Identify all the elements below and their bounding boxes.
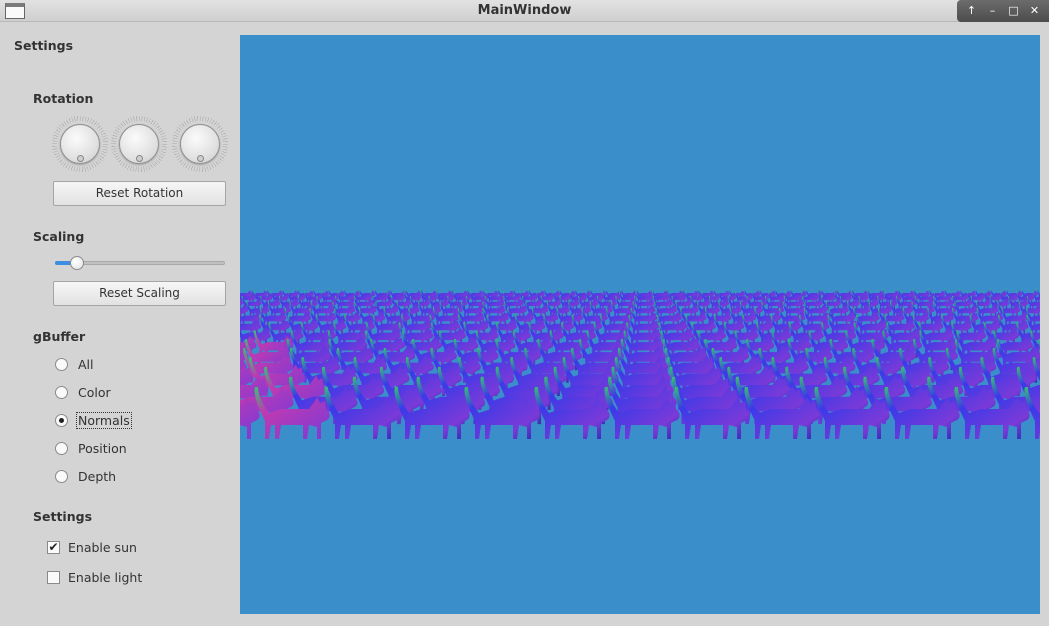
rotation-label: Rotation: [33, 91, 94, 106]
gbuffer-option-all[interactable]: All: [55, 355, 95, 373]
dial-indicator: [197, 155, 204, 162]
radio-button[interactable]: [55, 441, 68, 455]
rotation-dial-x[interactable]: [52, 116, 108, 172]
sidebar-title: Settings: [14, 38, 74, 53]
rotation-dial-z[interactable]: [172, 116, 228, 172]
scaling-label: Scaling: [33, 229, 85, 244]
checkbox[interactable]: [47, 570, 60, 584]
rotation-dial-y[interactable]: [111, 116, 167, 172]
radio-button[interactable]: [55, 413, 68, 427]
gbuffer-label: gBuffer: [33, 329, 86, 344]
reset-scaling-button[interactable]: Reset Scaling: [53, 281, 226, 306]
minimize-icon[interactable]: –: [985, 3, 1001, 19]
gbuffer-option-normals[interactable]: Normals: [55, 411, 132, 429]
radio-button[interactable]: [55, 469, 68, 483]
close-icon[interactable]: ✕: [1027, 3, 1043, 19]
up-arrow-icon[interactable]: ↑: [964, 3, 980, 19]
checkbox-label: Enable light: [68, 569, 143, 585]
reset-rotation-button[interactable]: Reset Rotation: [53, 181, 226, 206]
gbuffer-option-color[interactable]: Color: [55, 383, 112, 401]
gbuffer-option-position[interactable]: Position: [55, 439, 128, 457]
settings-label: Settings: [33, 509, 93, 524]
dial-indicator: [136, 155, 143, 162]
scaling-slider-handle[interactable]: [70, 256, 84, 270]
window-controls: ↑ – □ ✕: [957, 0, 1049, 22]
enable-sun-checkbox[interactable]: ✔ Enable sun: [47, 538, 137, 556]
radio-button[interactable]: [55, 357, 68, 371]
dial-indicator: [77, 155, 84, 162]
window-title: MainWindow: [477, 3, 572, 18]
maximize-icon[interactable]: □: [1006, 3, 1022, 19]
dial-knob: [180, 124, 220, 164]
dial-knob: [119, 124, 159, 164]
radio-button[interactable]: [55, 385, 68, 399]
radio-label: All: [78, 356, 94, 372]
radio-label: Color: [78, 384, 111, 400]
enable-light-checkbox[interactable]: Enable light: [47, 568, 142, 586]
settings-sidebar: Settings Rotation Reset Rotation Scaling…: [0, 22, 240, 626]
dial-knob: [60, 124, 100, 164]
radio-label: Depth: [78, 468, 117, 484]
radio-label: Normals: [76, 411, 132, 429]
checkbox-label: Enable sun: [68, 539, 137, 555]
render-viewport[interactable]: [240, 35, 1040, 614]
checkbox[interactable]: ✔: [47, 540, 60, 554]
scene-canvas: [240, 35, 1040, 614]
radio-label: Position: [78, 440, 127, 456]
gbuffer-option-depth[interactable]: Depth: [55, 467, 117, 485]
title-bar: MainWindow ↑ – □ ✕: [0, 0, 1049, 22]
